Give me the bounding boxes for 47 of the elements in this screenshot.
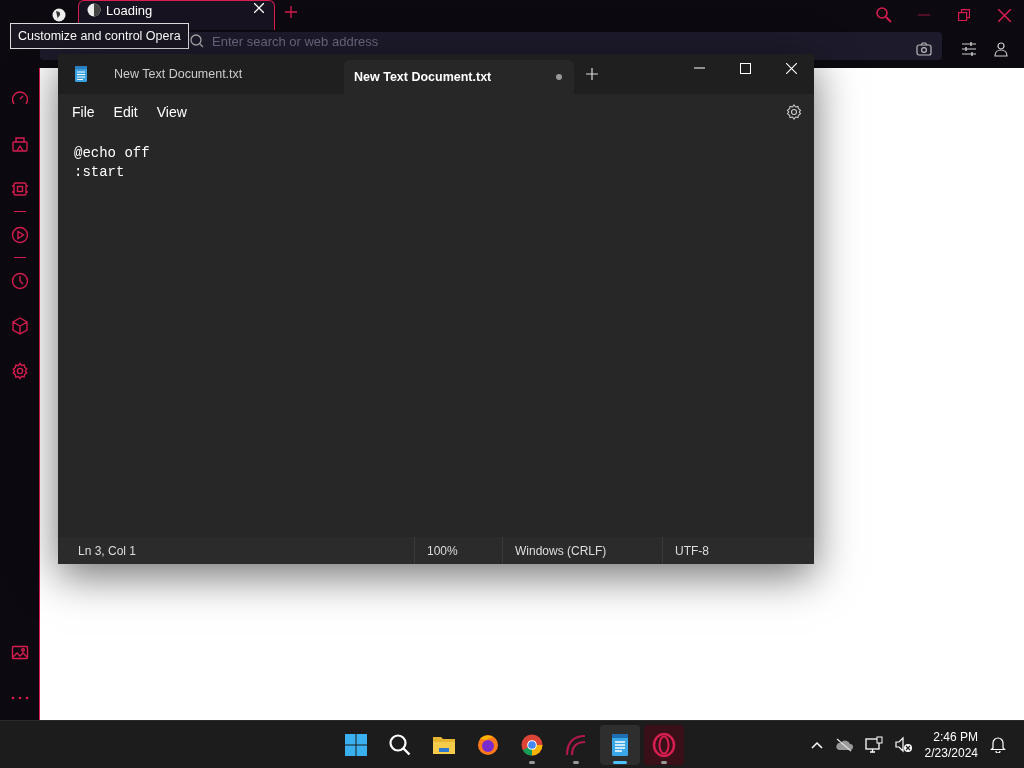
sliders-icon[interactable] [962, 42, 976, 56]
status-text: UTF-8 [662, 537, 709, 564]
taskbar-app[interactable] [600, 724, 640, 765]
clock-date: 2/23/2024 [924, 744, 978, 761]
text-line: :start [74, 163, 126, 182]
search-icon[interactable] [876, 7, 892, 23]
tooltip: Customize and control Opera [10, 23, 189, 49]
menu-item[interactable]: View [150, 98, 200, 126]
bell-icon[interactable] [990, 736, 1006, 753]
search-icon [190, 34, 204, 48]
chrome-icon [520, 732, 544, 757]
settings-icon [786, 104, 802, 120]
person-icon[interactable] [994, 41, 1008, 57]
menu-item[interactable]: File [66, 98, 108, 126]
restore-icon[interactable] [958, 9, 970, 21]
arc-icon [564, 732, 588, 757]
image-icon[interactable] [10, 643, 29, 662]
cloud-off-icon[interactable] [834, 737, 853, 752]
start-icon [344, 732, 368, 757]
status-text: Ln 3, Col 1 [77, 542, 138, 560]
menu-item[interactable]: Edit [107, 98, 151, 126]
clock-icon[interactable] [10, 271, 29, 290]
chip-icon[interactable] [10, 179, 29, 198]
globe-icon[interactable] [52, 8, 66, 22]
loading-icon [87, 3, 101, 17]
chevron-up-icon[interactable] [810, 740, 823, 749]
bag-icon[interactable] [10, 134, 29, 153]
maximize-icon [739, 62, 751, 74]
opera-icon [652, 732, 676, 757]
play-icon[interactable] [10, 225, 29, 244]
text-line: @echo off [74, 144, 151, 163]
plus-icon [586, 68, 598, 80]
status-text: 100% [414, 537, 502, 564]
new-tab-icon[interactable] [285, 6, 297, 18]
close-icon [785, 62, 797, 74]
settings-icon[interactable] [10, 361, 29, 380]
clock-time: 2:46 PM [933, 728, 978, 745]
speaker-muted-icon[interactable] [894, 736, 913, 753]
status-text: Windows (CRLF) [502, 537, 662, 564]
address-input[interactable]: Enter search or web address [212, 34, 908, 49]
search-icon [388, 732, 412, 757]
camera-icon[interactable] [916, 42, 932, 56]
clock[interactable]: 2:46 PM 2/23/2024 [924, 728, 978, 761]
notepad-icon [74, 66, 88, 82]
cube-icon[interactable] [10, 316, 29, 335]
network-icon[interactable] [864, 736, 883, 753]
document-tab[interactable]: New Text Document.txt [344, 60, 574, 94]
